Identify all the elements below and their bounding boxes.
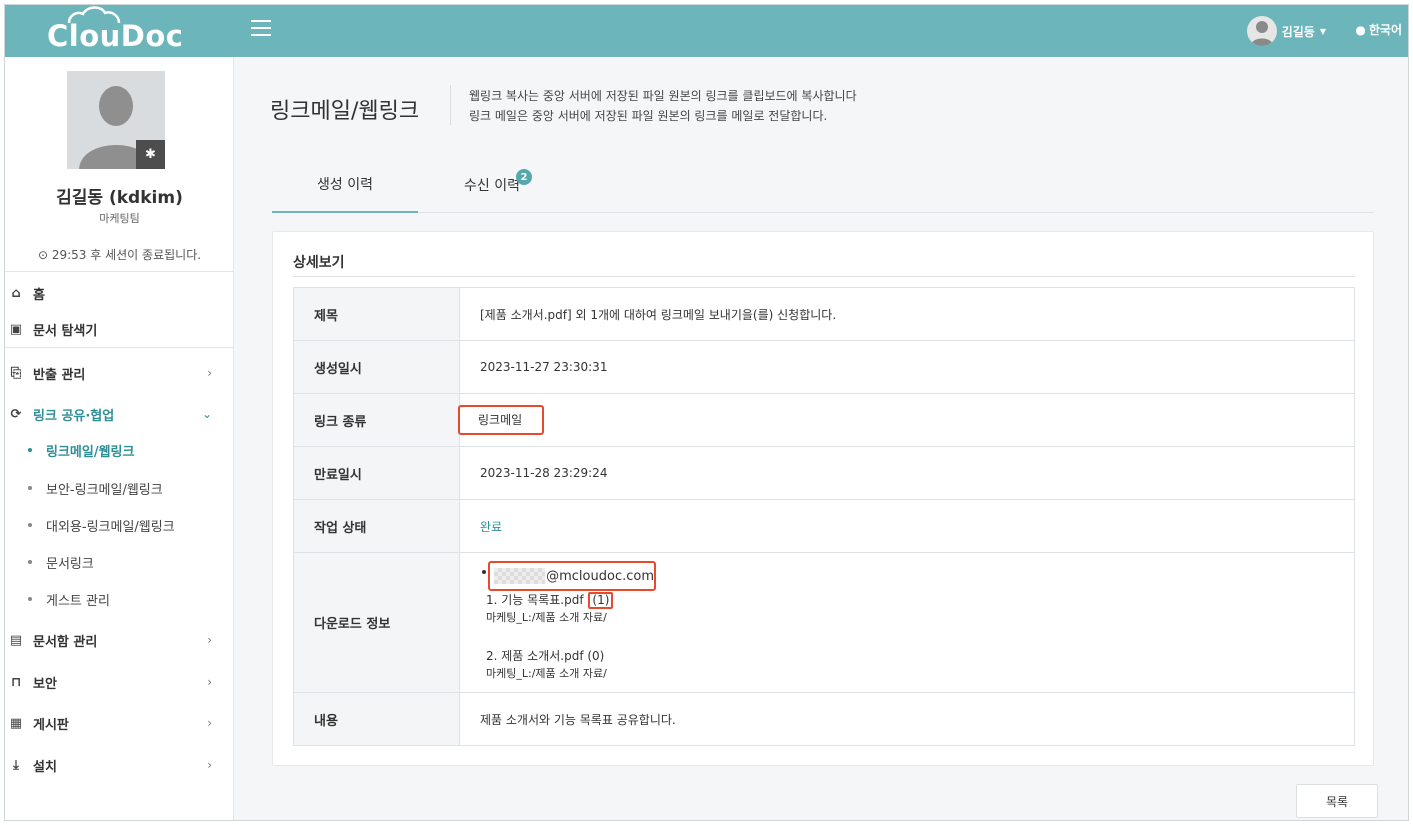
bullet xyxy=(28,597,32,601)
bullet xyxy=(482,570,486,574)
menu-toggle-icon[interactable] xyxy=(251,20,271,36)
sub-external-linkmail[interactable]: 대외용-링크메일/웹링크 xyxy=(5,512,234,538)
app-frame: ClouDoc 김길동 ▼ ● 한국어 ✱ 김길동 (kdkim) 마케팅팀 ⊙… xyxy=(4,4,1409,821)
field-value-content: 제품 소개서와 기능 목록표 공유합니다. xyxy=(459,692,1355,746)
clipboard-icon: ▦ xyxy=(9,715,23,731)
nav-link-share[interactable]: ⟳ 링크 공유·협업 ⌄ xyxy=(5,400,234,428)
field-label: 생성일시 xyxy=(293,340,460,394)
nav-docbox[interactable]: ▤ 문서함 관리 › xyxy=(5,626,234,654)
tab-bar: 생성 이력 수신 이력 2 xyxy=(272,157,1374,213)
table-row: 만료일시 2023-11-28 23:29:24 xyxy=(293,446,1355,500)
file-path: 마케팅_L:/제품 소개 자료/ xyxy=(486,667,607,680)
field-value-status: 완료 xyxy=(459,499,1355,553)
field-label: 만료일시 xyxy=(293,446,460,500)
sub-linkmail[interactable]: 링크메일/웹링크 xyxy=(5,437,234,463)
field-label: 제목 xyxy=(293,287,460,341)
logo[interactable]: ClouDoc xyxy=(45,5,195,57)
folder-search-icon: ▣ xyxy=(9,321,23,337)
table-row: 제목 [제품 소개서.pdf] 외 1개에 대하여 링크메일 보내기을(를) 신… xyxy=(293,287,1355,341)
chevron-right-icon: › xyxy=(207,366,212,380)
file-entry: 2. 제품 소개서.pdf (0) xyxy=(486,649,605,663)
logo-text: ClouDoc xyxy=(47,19,184,53)
session-timer: ⊙ 29:53 후 세션이 종료됩니다. xyxy=(37,248,202,262)
home-icon: ⌂ xyxy=(11,285,21,301)
chevron-down-icon: ▼ xyxy=(1319,26,1326,36)
detail-table: 제목 [제품 소개서.pdf] 외 1개에 대하여 링크메일 보내기을(를) 신… xyxy=(293,287,1355,746)
sub-secure-linkmail[interactable]: 보안-링크메일/웹링크 xyxy=(5,475,234,501)
field-label: 내용 xyxy=(293,692,460,746)
chevron-right-icon: › xyxy=(207,716,212,730)
bullet xyxy=(28,560,32,564)
profile-name: 김길동 (kdkim) xyxy=(56,188,183,208)
top-bar: ClouDoc 김길동 ▼ ● 한국어 xyxy=(5,5,1408,57)
bullet xyxy=(28,448,32,452)
user-name: 김길동 xyxy=(1281,24,1315,39)
field-value-link-type: 링크메일 xyxy=(458,393,1355,447)
section-title: 상세보기 xyxy=(293,255,345,271)
language-selector[interactable]: ● 한국어 xyxy=(1355,21,1402,38)
redacted-text xyxy=(494,568,546,584)
divider xyxy=(293,276,1355,277)
field-label: 링크 종류 xyxy=(293,393,460,447)
avatar xyxy=(1246,16,1277,46)
field-label: 다운로드 정보 xyxy=(293,552,460,693)
status-text: 완료 xyxy=(480,519,503,534)
nav-explorer[interactable]: ▣ 문서 탐색기 xyxy=(5,315,234,343)
tab-received-history[interactable]: 수신 이력 2 xyxy=(432,157,552,213)
file-entry: 1. 기능 목록표.pdf (1) xyxy=(486,591,614,609)
table-row: 생성일시 2023-11-27 23:30:31 xyxy=(293,340,1355,394)
gear-icon[interactable]: ✱ xyxy=(136,140,165,169)
nav-export[interactable]: ⎘ 반출 관리 › xyxy=(5,359,234,387)
chevron-right-icon: › xyxy=(207,633,212,647)
share-icon: ⟳ xyxy=(10,406,22,422)
table-row: 내용 제품 소개서와 기능 목록표 공유합니다. xyxy=(293,692,1355,746)
count-badge: 2 xyxy=(516,169,532,185)
sidebar: ✱ 김길동 (kdkim) 마케팅팀 ⊙ 29:53 후 세션이 종료됩니다. … xyxy=(5,57,234,820)
link-type-value: 링크메일 xyxy=(458,405,545,435)
folder-gear-icon: ▤ xyxy=(9,632,23,648)
chevron-down-icon: ⌄ xyxy=(201,407,212,421)
globe-icon: ● xyxy=(1355,22,1366,37)
table-row: 작업 상태 완료 xyxy=(293,499,1355,553)
language-label: 한국어 xyxy=(1368,23,1402,37)
nav-board[interactable]: ▦ 게시판 › xyxy=(5,709,234,737)
divider xyxy=(5,271,234,272)
field-value-created-at: 2023-11-27 23:30:31 xyxy=(459,340,1355,394)
download-info: @mcloudoc.com 1. 기능 목록표.pdf (1) 마케팅_L:/제… xyxy=(460,553,1354,692)
user-menu[interactable]: 김길동 ▼ xyxy=(1246,16,1326,46)
profile-team: 마케팅팀 xyxy=(99,212,140,225)
main-content: 링크메일/웹링크 웹링크 복사는 중앙 서버에 저장된 파일 원본의 링크를 클… xyxy=(234,57,1408,820)
export-icon: ⎘ xyxy=(10,365,22,381)
table-row: 다운로드 정보 @mcloudoc.com 1. 기능 목록표.pdf (1) xyxy=(293,552,1355,693)
field-value-download: @mcloudoc.com 1. 기능 목록표.pdf (1) 마케팅_L:/제… xyxy=(459,552,1355,693)
field-value-expires-at: 2023-11-28 23:29:24 xyxy=(459,446,1355,500)
field-label: 작업 상태 xyxy=(293,499,460,553)
page-description: 웹링크 복사는 중앙 서버에 저장된 파일 원본의 링크를 클립보드에 복사합니… xyxy=(469,89,857,103)
field-value-title: [제품 소개서.pdf] 외 1개에 대하여 링크메일 보내기을(를) 신청합니… xyxy=(459,287,1355,341)
download-count: (1) xyxy=(588,592,614,609)
table-row: 링크 종류 링크메일 xyxy=(293,393,1355,447)
bullet xyxy=(28,486,32,490)
page-description: 링크 메일은 중앙 서버에 저장된 파일 원본의 링크를 메일로 전달합니다. xyxy=(469,109,828,123)
file-path: 마케팅_L:/제품 소개 자료/ xyxy=(486,611,607,624)
list-button[interactable]: 목록 xyxy=(1296,784,1378,818)
nav-install[interactable]: ⤓ 설치 › xyxy=(5,751,234,779)
detail-card: 상세보기 제목 [제품 소개서.pdf] 외 1개에 대하여 링크메일 보내기을… xyxy=(272,231,1374,766)
bullet xyxy=(28,523,32,527)
chevron-right-icon: › xyxy=(207,758,212,772)
recipient-email: @mcloudoc.com xyxy=(488,561,656,591)
download-icon: ⤓ xyxy=(13,757,19,773)
sub-guest[interactable]: 게스트 관리 xyxy=(5,586,234,612)
clock-icon: ⊙ xyxy=(37,248,49,262)
divider xyxy=(5,347,234,348)
chevron-right-icon: › xyxy=(207,675,212,689)
lock-icon: ⊓ xyxy=(10,674,22,690)
page-title: 링크메일/웹링크 xyxy=(270,99,420,124)
tab-created-history[interactable]: 생성 이력 xyxy=(272,157,418,213)
nav-home[interactable]: ⌂ 홈 xyxy=(5,279,234,307)
nav-security[interactable]: ⊓ 보안 › xyxy=(5,668,234,696)
divider xyxy=(450,85,451,125)
file-name: 1. 기능 목록표.pdf xyxy=(486,593,584,607)
sub-doclink[interactable]: 문서링크 xyxy=(5,549,234,575)
